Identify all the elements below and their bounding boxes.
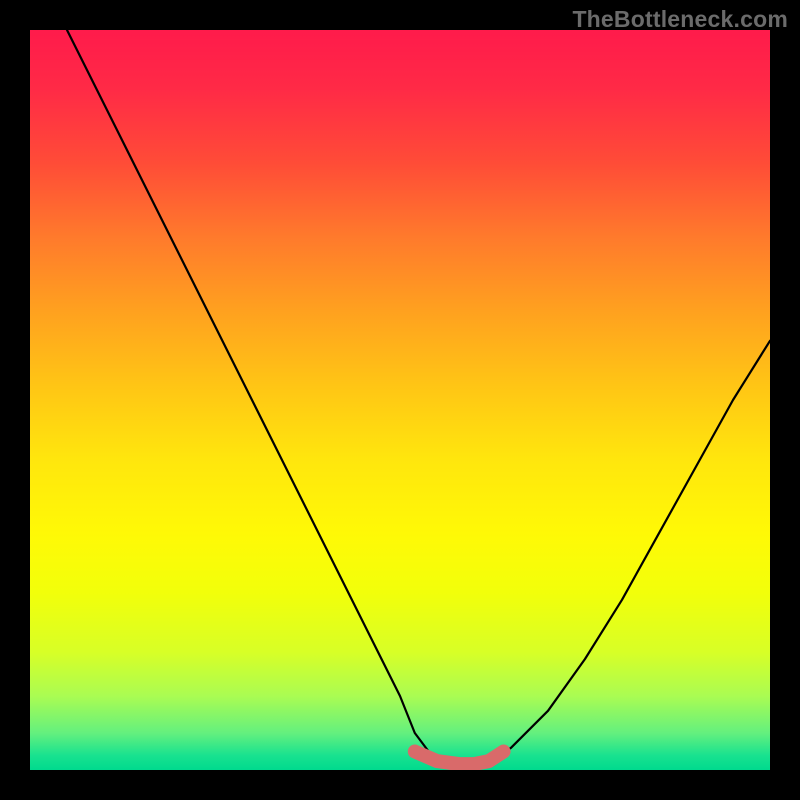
chart-canvas: TheBottleneck.com bbox=[0, 0, 800, 800]
flat-bottom-highlight bbox=[415, 752, 504, 765]
watermark-text: TheBottleneck.com bbox=[572, 6, 788, 33]
chart-svg bbox=[30, 30, 770, 770]
plot-area bbox=[30, 30, 770, 770]
bottleneck-curve bbox=[67, 30, 770, 766]
